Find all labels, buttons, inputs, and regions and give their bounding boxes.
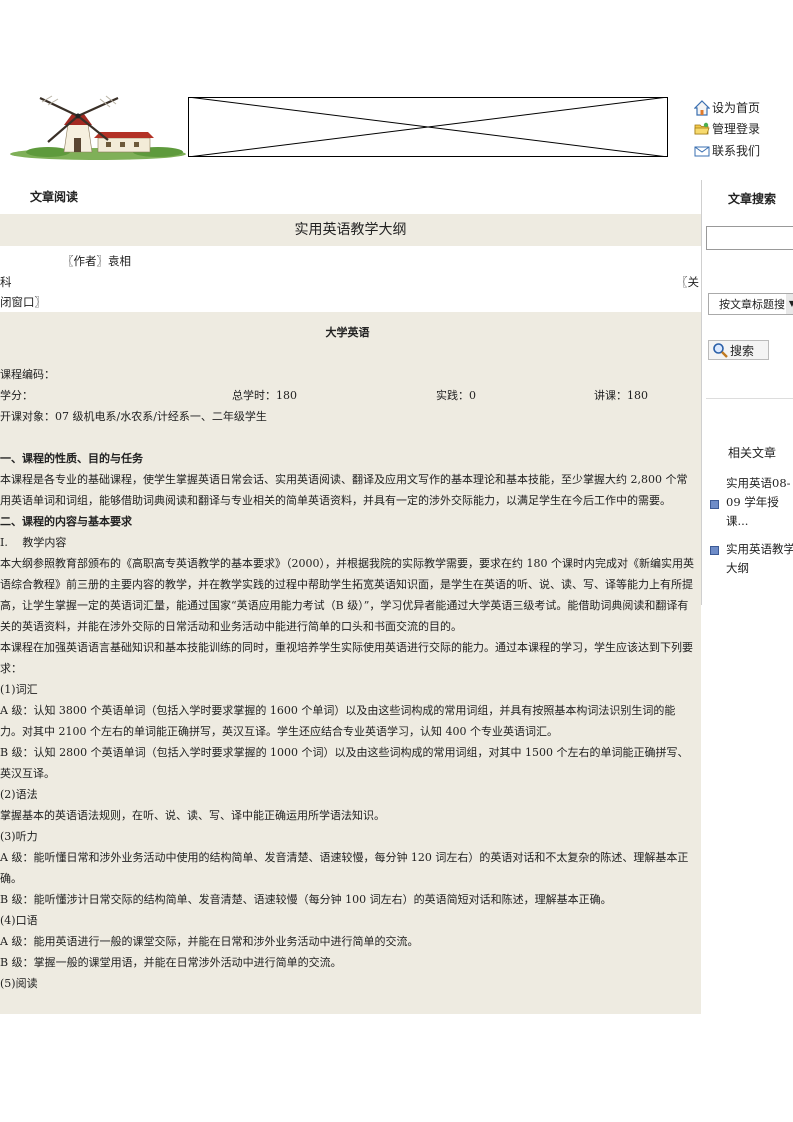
chevron-down-icon: ▼ xyxy=(786,294,793,314)
mail-icon xyxy=(694,146,710,156)
section-heading: 二、课程的内容与基本要求 xyxy=(0,515,132,528)
related-article-label: 实用英语08-09 学年授课... xyxy=(726,476,791,528)
article-panel: 实用英语教学大纲 〖作者〗袁相 科 〖关 闭窗口〗 大学英语 课程编码： 学分：… xyxy=(0,214,701,1014)
set-homepage-link[interactable]: 设为首页 xyxy=(694,99,760,116)
paragraph: (1)词汇 xyxy=(0,683,38,696)
set-homepage-label: 设为首页 xyxy=(712,101,761,115)
course-title: 大学英语 xyxy=(325,326,370,339)
author-line: 〖作者〗袁相 xyxy=(62,254,131,268)
sidebar: 文章搜索 按文章标题搜 ▼ 搜索 相关文章 实用英语08-09 学年授课... … xyxy=(701,180,793,605)
related-article-item[interactable]: 实用英语08-09 学年授课... xyxy=(710,474,793,531)
search-type-select[interactable]: 按文章标题搜 ▼ xyxy=(708,293,793,315)
windmill-logo xyxy=(8,94,188,160)
search-type-value: 按文章标题搜 xyxy=(719,298,785,311)
paragraph: A 级：认知 3800 个英语单词（包括入学时要求掌握的 1600 个单词）以及… xyxy=(0,704,676,738)
paragraph: (5)阅读 xyxy=(0,977,38,990)
article-body: 大学英语 课程编码： 学分： 总学时：180 实践：0 讲课：180 开课对象：… xyxy=(0,312,701,994)
article-title: 实用英语教学大纲 xyxy=(294,222,407,238)
related-articles-title: 相关文章 xyxy=(728,446,777,460)
section-heading: 一、课程的性质、目的与任务 xyxy=(0,452,143,465)
lecture-hours: 讲课：180 xyxy=(594,389,648,402)
paragraph: A 级：能听懂日常和涉外业务活动中使用的结构简单、发音清楚、语速较慢，每分钟 1… xyxy=(0,851,689,885)
related-article-label: 实用英语教学大纲 xyxy=(726,542,793,575)
practice-hours: 实践：0 xyxy=(436,389,476,402)
folder-icon xyxy=(694,122,710,134)
search-input[interactable] xyxy=(706,226,793,250)
paragraph: I. 教学内容 xyxy=(0,536,67,549)
paragraph: 本课程在加强英语语言基础知识和基本技能训练的同时，重视培养学生实际使用英语进行交… xyxy=(0,641,693,675)
total-hours: 总学时：180 xyxy=(232,389,297,402)
home-icon xyxy=(694,99,710,116)
banner-placeholder xyxy=(187,96,669,158)
article-paragraphs: 一、课程的性质、目的与任务本课程是各专业的基础课程，使学生掌握英语日常会话、实用… xyxy=(0,427,701,994)
article-meta: 〖作者〗袁相 科 〖关 闭窗口〗 xyxy=(0,246,701,312)
paragraph: B 级：掌握一般的课堂用语，并能在日常涉外活动中进行简单的交流。 xyxy=(0,956,342,969)
contact-us-label: 联系我们 xyxy=(712,144,761,158)
course-audience: 开课对象：07 级机电系/水农系/计经系一、二年级学生 xyxy=(0,410,267,423)
course-hours-row: 学分： 总学时：180 实践：0 讲课：180 xyxy=(0,385,701,406)
close-window-link-cont[interactable]: 闭窗口〗 xyxy=(0,294,46,310)
section-label: 文章阅读 xyxy=(30,190,79,204)
credits: 学分： xyxy=(0,389,33,402)
sidebar-title: 文章搜索 xyxy=(727,192,776,206)
paragraph: B 级：认知 2800 个英语单词（包括入学时要求掌握的 1000 个词）以及由… xyxy=(0,746,689,780)
search-button[interactable]: 搜索 xyxy=(708,340,769,360)
close-window-link[interactable]: 〖关 xyxy=(676,274,699,290)
paragraph: 掌握基本的英语语法规则，在听、说、读、写、译中能正确运用所学语法知识。 xyxy=(0,809,385,822)
contact-us-link[interactable]: 联系我们 xyxy=(694,142,760,159)
course-code: 课程编码： xyxy=(0,368,55,381)
paragraph: 本大纲参照教育部颁布的《高职高专英语教学的基本要求》（2000），并根据我院的实… xyxy=(0,557,694,633)
admin-login-link[interactable]: 管理登录 xyxy=(694,120,760,137)
paragraph: (3)听力 xyxy=(0,830,38,843)
paragraph: (2)语法 xyxy=(0,788,38,801)
paragraph: A 级：能用英语进行一般的课堂交际，并能在日常和涉外业务活动中进行简单的交流。 xyxy=(0,935,419,948)
paragraph: B 级：能听懂涉计日常交际的结构简单、发音清楚、语速较慢（每分钟 100 词左右… xyxy=(0,893,612,906)
sidebar-divider xyxy=(706,398,793,399)
paragraph: (4)口语 xyxy=(0,914,38,927)
author-line-cont: 科 xyxy=(0,275,12,289)
related-article-item[interactable]: 实用英语教学大纲 xyxy=(710,540,793,578)
search-button-label: 搜索 xyxy=(730,343,755,358)
bullet-icon xyxy=(710,500,719,509)
admin-login-label: 管理登录 xyxy=(712,122,761,136)
magnifier-icon xyxy=(713,343,728,358)
bullet-icon xyxy=(710,546,719,555)
paragraph: 本课程是各专业的基础课程，使学生掌握英语日常会话、实用英语阅读、翻译及应用文写作… xyxy=(0,473,688,507)
